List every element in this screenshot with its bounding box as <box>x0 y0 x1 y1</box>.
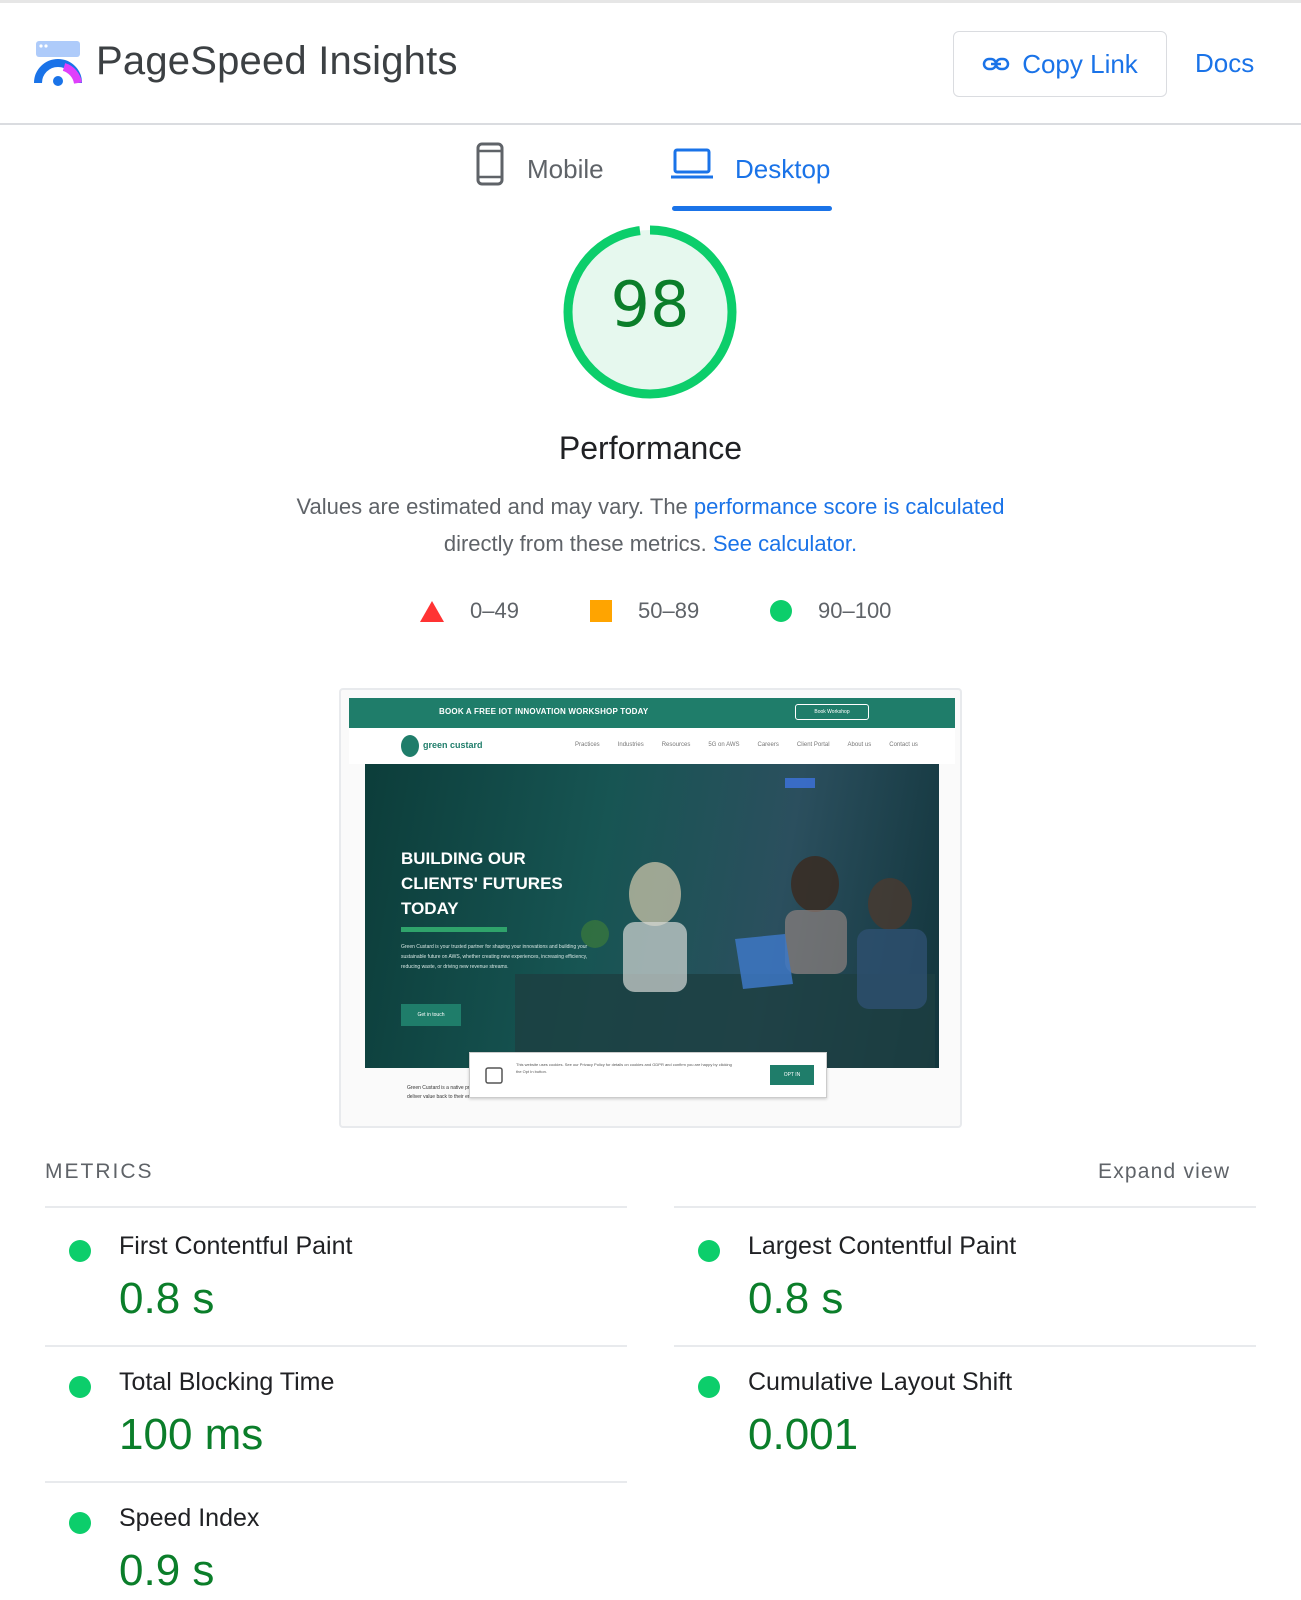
thumb-logo-text: green custard <box>423 740 483 750</box>
thumb-nav-links: Practices Industries Resources 5G on AWS… <box>575 742 918 748</box>
metric-label: Total Blocking Time <box>119 1368 335 1396</box>
link-icon <box>982 57 1010 71</box>
thumb-hero-accent-bar <box>401 927 507 932</box>
pass-indicator-icon <box>698 1240 720 1262</box>
app-header: PageSpeed Insights Copy Link Docs <box>0 3 1301 125</box>
legend-average: 50–89 <box>590 598 699 624</box>
tab-desktop-label: Desktop <box>735 154 831 184</box>
metric-first-contentful-paint: First Contentful Paint 0.8 s <box>45 1210 627 1345</box>
legend-pass-range: 90–100 <box>818 598 892 623</box>
metrics-divider <box>45 1206 627 1208</box>
metric-value: 0.9 s <box>119 1546 215 1595</box>
active-tab-indicator <box>672 206 832 211</box>
thumb-nav-link: Careers <box>757 742 779 748</box>
legend-pass: 90–100 <box>770 598 891 624</box>
legend-fail: 0–49 <box>420 598 519 624</box>
thumb-logo-icon <box>401 735 419 757</box>
metric-largest-contentful-paint: Largest Contentful Paint 0.8 s <box>674 1210 1256 1345</box>
pass-indicator-icon <box>69 1376 91 1398</box>
orange-square-icon <box>590 600 612 622</box>
description-text-2: directly from these metrics. <box>443 531 713 556</box>
metrics-heading: METRICS <box>45 1160 154 1183</box>
tab-mobile[interactable]: Mobile <box>475 142 604 212</box>
see-calculator-link[interactable]: See calculator. <box>713 531 857 556</box>
cookie-icon <box>485 1067 503 1084</box>
pass-indicator-icon <box>69 1240 91 1262</box>
thumb-cookie-text: This website uses cookies. See our Priva… <box>516 1062 732 1074</box>
metric-cumulative-layout-shift: Cumulative Layout Shift 0.001 <box>674 1346 1256 1481</box>
thumb-nav-link: About us <box>847 742 872 748</box>
thumb-hero-body: Green Custard is your trusted partner fo… <box>401 944 588 970</box>
thumb-cookie-banner: This website uses cookies. See our Priva… <box>469 1052 827 1098</box>
thumb-hero-title: BUILDING OUR CLIENTS' FUTURES TODAY <box>401 849 563 918</box>
thumb-banner-text: BOOK A FREE IOT INNOVATION WORKSHOP TODA… <box>439 707 649 716</box>
thumb-nav-link: Contact us <box>889 742 918 748</box>
thumb-nav-link: 5G on AWS <box>708 742 740 748</box>
metric-value: 0.8 s <box>748 1274 844 1323</box>
thumb-nav-link: Practices <box>575 742 600 748</box>
thumb-nav-link: Resources <box>661 742 691 748</box>
metric-label: Speed Index <box>119 1504 260 1532</box>
metric-speed-index: Speed Index 0.9 s <box>45 1482 627 1600</box>
app-title: PageSpeed Insights <box>96 39 458 83</box>
metric-value: 100 ms <box>119 1410 264 1459</box>
pagespeed-logo-icon <box>34 41 82 86</box>
red-triangle-icon <box>420 600 444 622</box>
legend-fail-range: 0–49 <box>470 598 519 623</box>
copy-link-label: Copy Link <box>1022 48 1138 79</box>
pass-indicator-icon <box>698 1376 720 1398</box>
smartphone-icon <box>476 142 504 186</box>
score-description: Values are estimated and may vary. The p… <box>0 488 1301 562</box>
tab-desktop[interactable]: Desktop <box>671 142 830 212</box>
performance-score-link[interactable]: performance score is calculated <box>694 494 1005 519</box>
thumb-hero-image: BUILDING OUR CLIENTS' FUTURES TODAY Gree… <box>365 764 939 1068</box>
laptop-icon <box>671 148 713 179</box>
description-text-1: Values are estimated and may vary. The <box>296 494 694 519</box>
metric-label: Largest Contentful Paint <box>748 1232 1017 1260</box>
metric-value: 0.001 <box>748 1410 859 1459</box>
metric-label: Cumulative Layout Shift <box>748 1368 1013 1396</box>
docs-link[interactable]: Docs <box>1195 48 1254 79</box>
page-screenshot-thumbnail: BOOK A FREE IOT INNOVATION WORKSHOP TODA… <box>339 688 962 1128</box>
performance-score-value: 98 <box>610 268 690 341</box>
thumb-cookie-button: OPT IN <box>770 1065 814 1085</box>
thumb-banner-button: Book Workshop <box>795 704 869 720</box>
metric-total-blocking-time: Total Blocking Time 100 ms <box>45 1346 627 1481</box>
thumb-banner: BOOK A FREE IOT INNOVATION WORKSHOP TODA… <box>349 698 955 728</box>
metric-value: 0.8 s <box>119 1274 215 1323</box>
expand-view-toggle[interactable]: Expand view <box>1098 1160 1230 1184</box>
performance-label: Performance <box>558 430 743 466</box>
green-circle-icon <box>770 600 792 622</box>
pass-indicator-icon <box>69 1512 91 1534</box>
legend-average-range: 50–89 <box>638 598 700 623</box>
tab-mobile-label: Mobile <box>527 154 604 184</box>
thumb-nav: green custard Practices Industries Resou… <box>349 728 955 764</box>
metric-label: First Contentful Paint <box>119 1232 353 1260</box>
thumb-hero-button: Get in touch <box>401 1004 461 1026</box>
metrics-divider <box>674 1206 1256 1208</box>
thumb-nav-link: Industries <box>617 742 644 748</box>
copy-link-button[interactable]: Copy Link <box>953 31 1167 97</box>
thumb-nav-link: Client Portal <box>796 742 830 748</box>
